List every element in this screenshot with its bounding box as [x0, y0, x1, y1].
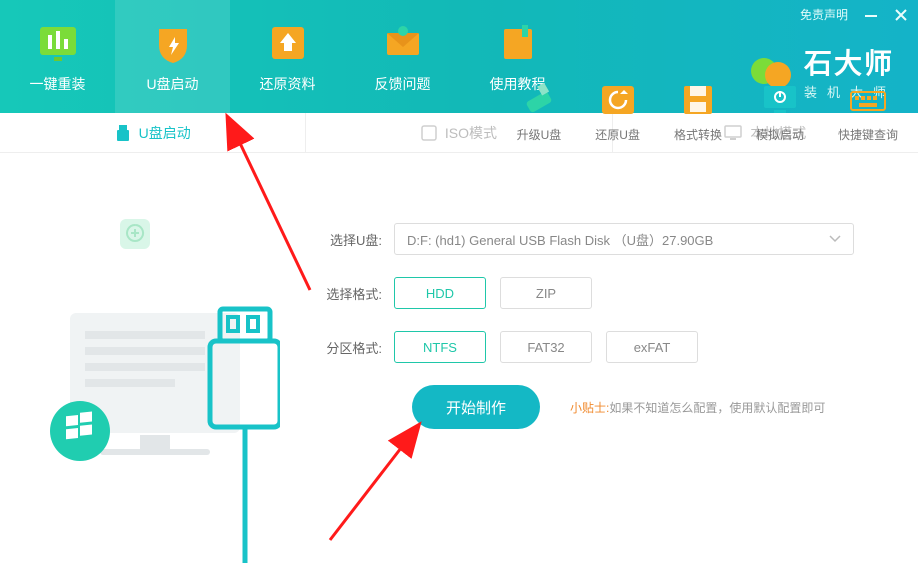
- upload-box-icon: [265, 20, 311, 66]
- minimize-icon: [865, 9, 877, 21]
- tab-label: U盘启动: [139, 123, 191, 143]
- shield-icon: [150, 20, 196, 66]
- disk-select[interactable]: D:F: (hd1) General USB Flash Disk （U盘）27…: [394, 223, 854, 255]
- disk-value: D:F: (hd1) General USB Flash Disk （U盘）27…: [407, 230, 713, 249]
- content-area: 选择U盘: D:F: (hd1) General USB Flash Disk …: [0, 153, 918, 173]
- part-fat32[interactable]: FAT32: [500, 331, 592, 363]
- tool-label: 还原U盘: [595, 126, 640, 143]
- tool-simulate-boot[interactable]: 模拟启动: [756, 82, 804, 143]
- nav-label: 一键重装: [30, 74, 86, 94]
- usb-stick-icon: [518, 82, 560, 118]
- nav-label: U盘启动: [146, 74, 198, 94]
- usb-computer-illustration: [40, 213, 280, 533]
- nav-feedback[interactable]: 反馈问题: [345, 0, 460, 113]
- form-panel: 选择U盘: D:F: (hd1) General USB Flash Disk …: [314, 223, 874, 451]
- floppy-icon: [677, 82, 719, 118]
- main-nav: 一键重装 U盘启动 还原资料 反馈问题 使用教程: [0, 0, 575, 113]
- tab-usb-boot[interactable]: U盘启动: [0, 113, 305, 152]
- brand-main: 石大师: [804, 42, 896, 82]
- restore-icon: [597, 82, 639, 118]
- chevron-down-icon: [829, 235, 841, 243]
- disclaimer-link[interactable]: 免责声明: [800, 6, 848, 23]
- titlebar: 免责声明: [800, 6, 908, 23]
- nav-usb-boot[interactable]: U盘启动: [115, 0, 230, 113]
- mail-icon: [380, 20, 426, 66]
- nav-label: 反馈问题: [375, 74, 431, 94]
- monitor-boot-icon: [759, 82, 801, 118]
- bar-chart-icon: [35, 20, 81, 66]
- book-icon: [495, 20, 541, 66]
- tool-format-convert[interactable]: 格式转换: [674, 82, 722, 143]
- minimize-button[interactable]: [864, 8, 878, 22]
- close-icon: [895, 9, 907, 21]
- start-button[interactable]: 开始制作: [412, 385, 540, 429]
- tip-label: 小贴士:: [570, 401, 609, 415]
- tool-upgrade-usb[interactable]: 升级U盘: [517, 82, 562, 143]
- disk-label: 选择U盘:: [314, 230, 382, 249]
- partition-label: 分区格式:: [314, 338, 382, 357]
- nav-restore[interactable]: 还原资料: [230, 0, 345, 113]
- nav-reinstall[interactable]: 一键重装: [0, 0, 115, 113]
- tool-label: 模拟启动: [756, 126, 804, 143]
- format-label: 选择格式:: [314, 284, 382, 303]
- iso-icon: [421, 125, 437, 141]
- tool-label: 格式转换: [674, 126, 722, 143]
- tool-label: 快捷键查询: [838, 126, 898, 143]
- tool-label: 升级U盘: [517, 126, 562, 143]
- tab-label: ISO模式: [445, 123, 497, 143]
- keyboard-icon: [847, 82, 889, 118]
- part-exfat[interactable]: exFAT: [606, 331, 698, 363]
- format-zip[interactable]: ZIP: [500, 277, 592, 309]
- tool-hotkey-lookup[interactable]: 快捷键查询: [838, 82, 898, 143]
- format-hdd[interactable]: HDD: [394, 277, 486, 309]
- format-options: HDD ZIP: [394, 277, 592, 309]
- tool-restore-usb[interactable]: 还原U盘: [595, 82, 640, 143]
- part-ntfs[interactable]: NTFS: [394, 331, 486, 363]
- tip-text: 小贴士:如果不知道怎么配置，使用默认配置即可: [570, 399, 825, 416]
- tool-strip: 升级U盘 还原U盘 格式转换 模拟启动 快捷键查询: [517, 82, 898, 143]
- usb-icon: [115, 124, 131, 142]
- close-button[interactable]: [894, 8, 908, 22]
- partition-options: NTFS FAT32 exFAT: [394, 331, 698, 363]
- nav-label: 还原资料: [260, 74, 316, 94]
